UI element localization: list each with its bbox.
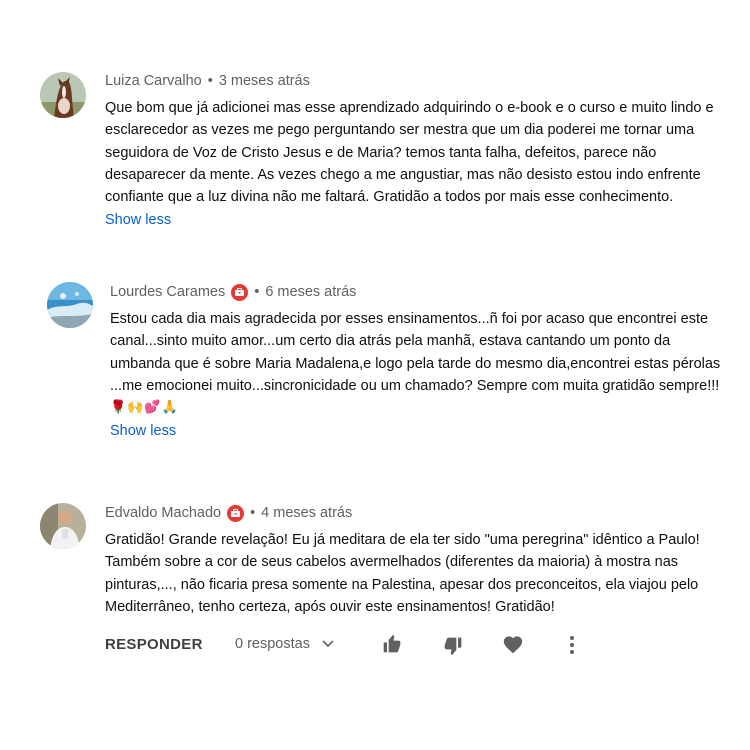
comment-time[interactable]: 6 meses atrás — [265, 282, 356, 302]
comment-line: canal...sinto muito amor...um certo dia … — [110, 333, 671, 350]
comment-line: Estou cada dia mais agradecida por esses… — [110, 311, 709, 327]
comment-time[interactable]: 4 meses atrás — [261, 503, 352, 523]
comment-author[interactable]: Lourdes Carames — [110, 282, 225, 302]
more-vert-icon[interactable] — [566, 635, 578, 655]
comment-time[interactable]: 3 meses atrás — [219, 71, 310, 91]
comment-author[interactable]: Luiza Carvalho — [105, 71, 202, 91]
comment-line: Mediterrâneo, tenho certeza, após ouvir … — [105, 598, 555, 615]
comment-text: Gratidão! Grande revelação! Eu já medita… — [105, 529, 700, 618]
chevron-down-icon[interactable] — [322, 640, 334, 648]
show-less-link[interactable]: Show less — [105, 209, 171, 231]
comment-emoji-line: 🌹🙌💕🙏 — [110, 400, 179, 416]
comment-line: umbanda que é sobre Maria Madalena,e log… — [110, 355, 721, 372]
meta-separator: • — [254, 284, 260, 300]
like-icon[interactable] — [382, 634, 402, 654]
comment-text: Que bom que já adicionei mas esse aprend… — [105, 97, 714, 208]
avatar[interactable] — [40, 503, 86, 549]
reply-button[interactable]: RESPONDER — [105, 636, 203, 653]
comment-text: Estou cada dia mais agradecida por esses… — [110, 308, 720, 419]
comment-action-bar: RESPONDER — [105, 630, 203, 658]
comment-line: Gratidão! Grande revelação! Eu já medita… — [105, 532, 700, 548]
comment-line: ...me emocionei muito...sincronicidade o… — [110, 377, 720, 394]
show-less-link[interactable]: Show less — [110, 420, 176, 442]
meta-separator: • — [250, 505, 256, 521]
avatar[interactable] — [47, 282, 93, 328]
comment-author[interactable]: Edvaldo Machado — [105, 503, 221, 523]
comment-line: Que bom que já adicionei mas esse aprend… — [105, 100, 714, 116]
member-badge-icon — [231, 283, 249, 301]
comment-line: pinturas,..., não ficaria presa somente … — [105, 576, 699, 593]
meta-separator: • — [207, 73, 213, 89]
member-badge-icon — [227, 504, 245, 522]
replies-count[interactable]: 0 respostas — [235, 636, 310, 652]
comment-line: confiante que a luz divina não me faltar… — [105, 189, 674, 206]
comment-line: desaparecer da mente. As vezes chego a m… — [105, 166, 701, 183]
dislike-icon[interactable] — [443, 636, 463, 656]
avatar[interactable] — [40, 72, 86, 118]
comment-line: seguidora de Voz de Cristo Jesus e de Ma… — [105, 144, 657, 161]
comment-line: Também sobre a cor de seus cabelos averm… — [105, 554, 679, 571]
replies-toggle[interactable]: 0 respostas — [235, 630, 334, 658]
heart-icon[interactable] — [503, 635, 523, 654]
comment-line: esclarecedor as vezes me pego perguntand… — [105, 122, 695, 139]
